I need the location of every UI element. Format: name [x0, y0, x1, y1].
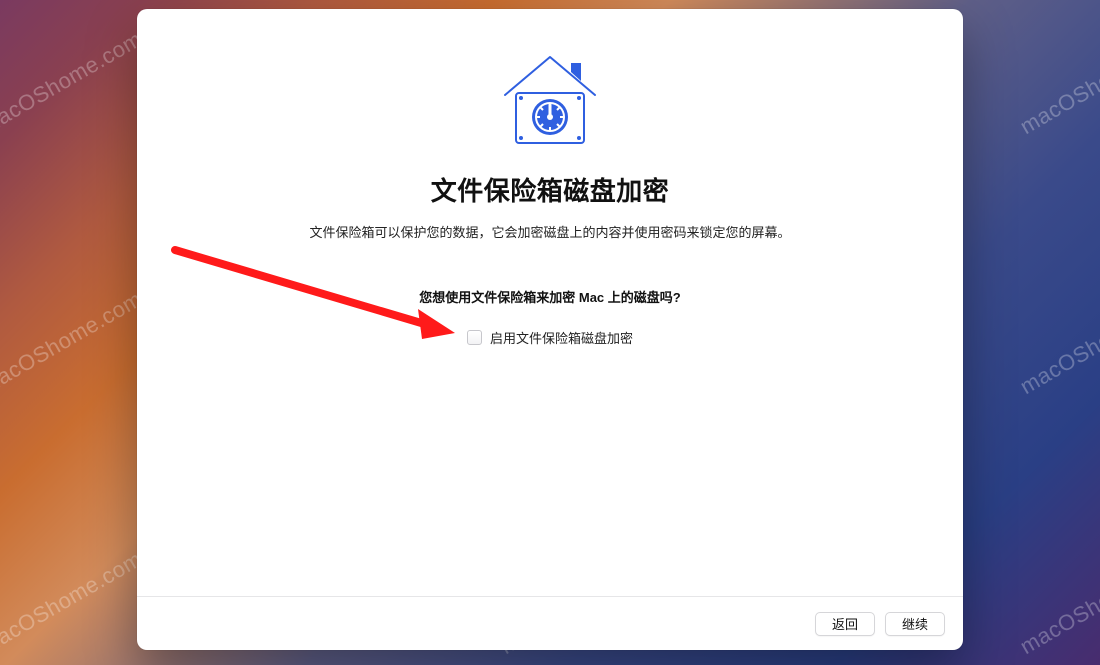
- watermark: macOShome.com: [0, 546, 147, 660]
- watermark: macOShome.com: [0, 286, 147, 400]
- watermark: macOShome.com: [1016, 286, 1100, 400]
- watermark: macOShome.com: [0, 26, 147, 140]
- filevault-dialog: 文件保险箱磁盘加密 文件保险箱可以保护您的数据，它会加密磁盘上的内容并使用密码来…: [137, 9, 963, 650]
- watermark: macOShome.com: [1016, 26, 1100, 140]
- filevault-house-icon: [495, 43, 605, 153]
- enable-filevault-label: 启用文件保险箱磁盘加密: [490, 328, 633, 347]
- dialog-footer: 返回 继续: [137, 596, 963, 650]
- enable-filevault-checkbox[interactable]: [467, 330, 482, 345]
- continue-button[interactable]: 继续: [885, 612, 945, 636]
- dialog-question: 您想使用文件保险箱来加密 Mac 上的磁盘吗?: [419, 287, 680, 306]
- back-button[interactable]: 返回: [815, 612, 875, 636]
- dialog-subtitle: 文件保险箱可以保护您的数据，它会加密磁盘上的内容并使用密码来锁定您的屏幕。: [309, 222, 790, 241]
- dialog-title: 文件保险箱磁盘加密: [431, 171, 670, 208]
- dialog-body: 文件保险箱磁盘加密 文件保险箱可以保护您的数据，它会加密磁盘上的内容并使用密码来…: [137, 9, 963, 596]
- enable-filevault-option[interactable]: 启用文件保险箱磁盘加密: [467, 328, 633, 347]
- watermark: macOShome.com: [1016, 546, 1100, 660]
